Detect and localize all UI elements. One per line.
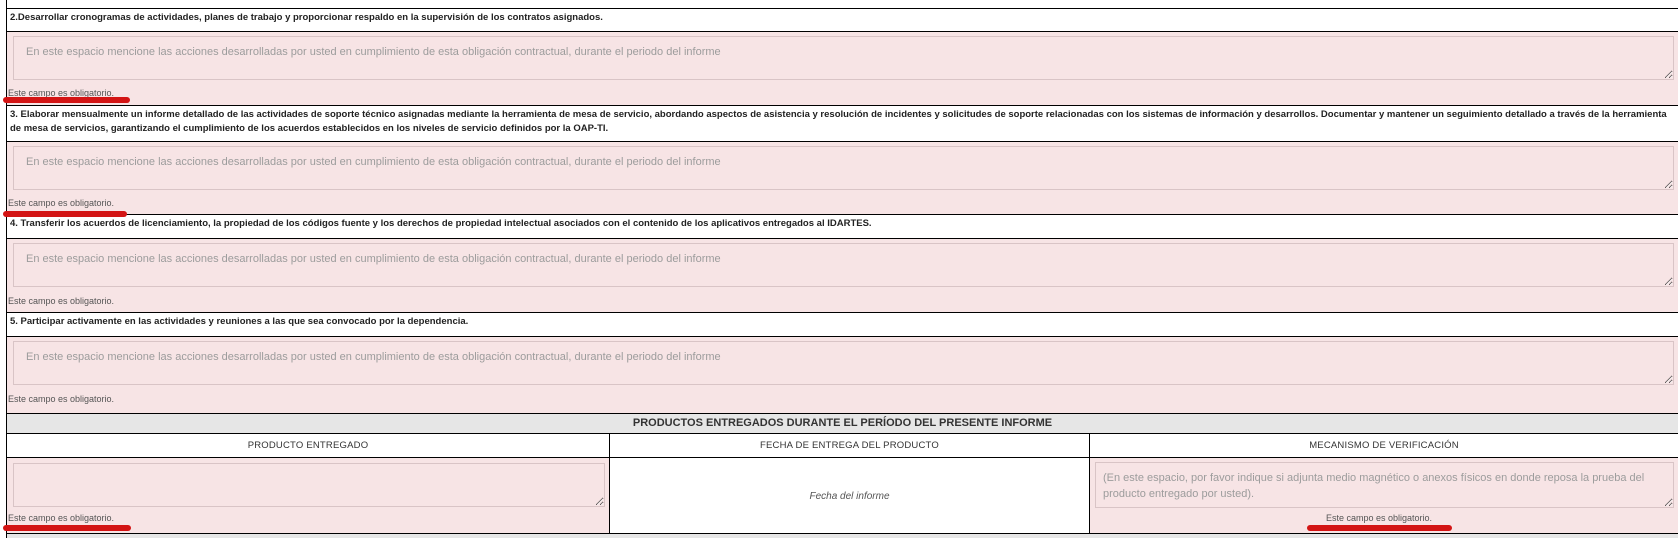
delivery-date-field[interactable]: Fecha del informe — [610, 491, 1089, 502]
obligation-4-field: Este campo es obligatorio. — [7, 238, 1678, 312]
obligation-5-field: Este campo es obligatorio. — [7, 336, 1678, 413]
next-section-header — [7, 533, 1678, 538]
obligation-5-actions-input[interactable] — [13, 341, 1674, 385]
required-message: Este campo es obligatorio. — [1326, 513, 1433, 523]
obligation-4-text: 4. Transferir los acuerdos de licenciami… — [7, 214, 1678, 238]
annotation-underline — [3, 211, 127, 217]
product-cell: Este campo es obligatorio. — [7, 457, 610, 533]
date-cell[interactable]: Fecha del informe — [610, 457, 1090, 533]
products-section-title: PRODUCTOS ENTREGADOS DURANTE EL PERÍODO … — [7, 413, 1678, 433]
obligations-form: 2.Desarrollar cronogramas de actividades… — [6, 0, 1678, 538]
obligation-2-actions-input[interactable] — [13, 36, 1674, 80]
required-message: Este campo es obligatorio. — [8, 513, 115, 523]
verification-mechanism-input[interactable] — [1095, 462, 1674, 508]
obligation-3-field: Este campo es obligatorio. — [7, 141, 1678, 214]
obligation-2-text: 2.Desarrollar cronogramas de actividades… — [7, 8, 1678, 31]
required-message: Este campo es obligatorio. — [8, 296, 115, 306]
required-message: Este campo es obligatorio. — [8, 198, 115, 208]
obligation-4-actions-input[interactable] — [13, 243, 1674, 287]
required-message: Este campo es obligatorio. — [8, 394, 115, 404]
annotation-underline — [3, 525, 131, 531]
obligation-3-actions-input[interactable] — [13, 146, 1674, 190]
col-header-product: PRODUCTO ENTREGADO — [7, 433, 610, 457]
mechanism-cell: Este campo es obligatorio. — [1090, 457, 1678, 533]
product-delivered-input[interactable] — [13, 463, 605, 507]
col-header-mechanism: MECANISMO DE VERIFICACIÓN — [1090, 433, 1678, 457]
obligation-3-text: 3. Elaborar mensualmente un informe deta… — [7, 105, 1678, 141]
obligation-2-field: Este campo es obligatorio. — [7, 31, 1678, 105]
annotation-underline — [1307, 525, 1452, 531]
obligation-5-text: 5. Participar activamente en las activid… — [7, 312, 1678, 336]
annotation-underline — [3, 97, 130, 103]
col-header-date: FECHA DE ENTREGA DEL PRODUCTO — [610, 433, 1090, 457]
